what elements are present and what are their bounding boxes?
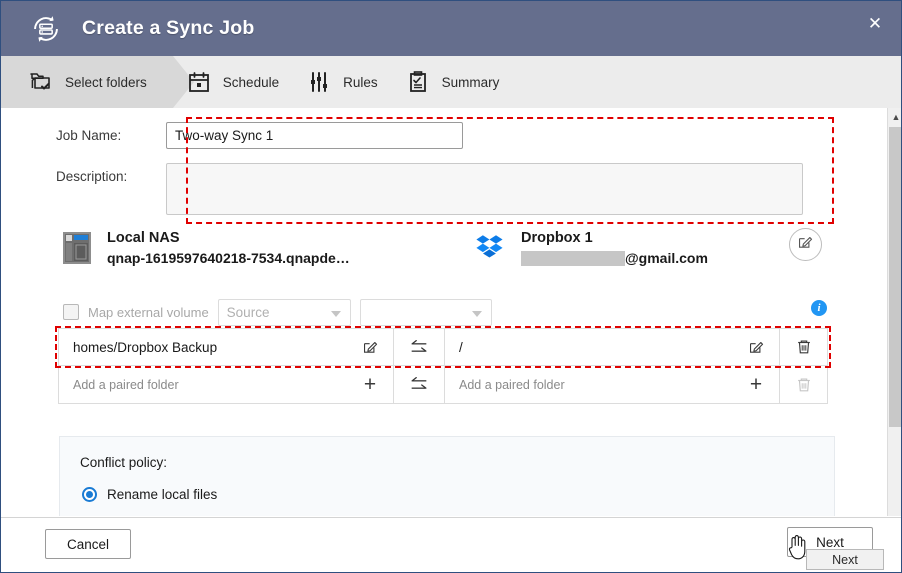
- clipboard-check-icon: [406, 70, 430, 94]
- endpoint-dropbox-account: @gmail.com: [521, 248, 708, 268]
- conflict-policy-option-label: Rename local files: [107, 487, 217, 502]
- dialog-footer: Cancel Next: [1, 517, 901, 572]
- radio-selected-icon: [82, 487, 97, 502]
- description-textarea[interactable]: [166, 163, 803, 215]
- endpoint-local-name: Local NAS: [107, 228, 350, 248]
- endpoint-dropbox: Dropbox 1 @gmail.com: [475, 228, 708, 268]
- dialog-title: Create a Sync Job: [82, 17, 254, 40]
- scroll-down-icon[interactable]: [888, 499, 902, 516]
- add-local-paired-folder-label[interactable]: Add a paired folder: [59, 366, 347, 403]
- chevron-down-icon: [331, 311, 341, 317]
- step-select-folders[interactable]: Select folders: [1, 56, 173, 108]
- content-scrollbar[interactable]: ▲: [887, 108, 902, 516]
- endpoint-dropbox-name: Dropbox 1: [521, 228, 708, 248]
- edit-endpoints-button[interactable]: [789, 228, 822, 261]
- table-row: homes/Dropbox Backup /: [58, 328, 828, 366]
- conflict-policy-title: Conflict policy:: [80, 455, 167, 470]
- sync-job-icon: [27, 10, 65, 48]
- wizard-step-bar: Select folders Schedule: [1, 56, 901, 108]
- source-select[interactable]: Source: [218, 299, 351, 326]
- step-label: Summary: [442, 75, 500, 90]
- step-label: Rules: [343, 75, 378, 90]
- endpoint-local-text: Local NAS qnap-1619597640218-7534.qnapde…: [107, 228, 350, 268]
- delete-pair-button[interactable]: [779, 329, 827, 365]
- local-folder-path[interactable]: homes/Dropbox Backup: [59, 329, 347, 365]
- pencil-square-icon: [797, 234, 814, 256]
- folder-check-icon: [29, 70, 53, 94]
- dialog-content: Job Name: Description:: [1, 108, 887, 516]
- job-name-label: Job Name:: [56, 128, 166, 143]
- add-remote-paired-folder-button[interactable]: +: [733, 366, 779, 403]
- map-external-volume-row: Map external volume Source: [63, 298, 492, 326]
- step-summary[interactable]: Summary: [392, 56, 514, 108]
- endpoints-row: Local NAS qnap-1619597640218-7534.qnapde…: [1, 228, 887, 280]
- info-icon[interactable]: i: [811, 300, 827, 316]
- add-local-paired-folder-button[interactable]: +: [347, 366, 393, 403]
- cancel-button[interactable]: Cancel: [45, 529, 131, 559]
- calendar-icon: [187, 70, 211, 94]
- conflict-policy-option-rename-local[interactable]: Rename local files: [82, 487, 217, 502]
- account-domain: @gmail.com: [625, 248, 708, 268]
- two-way-sync-arrows-icon[interactable]: [393, 366, 445, 403]
- edit-local-folder-button[interactable]: [347, 329, 393, 365]
- next-button-tooltip: Next: [806, 549, 884, 570]
- description-label: Description:: [56, 163, 166, 184]
- delete-pair-button-disabled: [779, 366, 827, 403]
- two-way-sync-arrows-icon[interactable]: [393, 329, 445, 365]
- remote-folder-path[interactable]: /: [445, 329, 733, 365]
- job-name-row: Job Name:: [56, 122, 463, 149]
- close-icon[interactable]: ✕: [859, 8, 891, 40]
- scroll-up-icon[interactable]: ▲: [888, 108, 902, 125]
- folder-pair-table: homes/Dropbox Backup /: [58, 328, 828, 404]
- conflict-policy-panel: Conflict policy: Rename local files: [59, 436, 835, 516]
- step-label: Schedule: [223, 75, 279, 90]
- endpoint-local-nas: Local NAS qnap-1619597640218-7534.qnapde…: [61, 228, 350, 268]
- plus-icon: +: [750, 374, 762, 395]
- description-row: Description:: [56, 163, 803, 215]
- plus-icon: +: [364, 374, 376, 395]
- endpoint-dropbox-text: Dropbox 1 @gmail.com: [521, 228, 708, 268]
- step-rules[interactable]: Rules: [293, 56, 392, 108]
- dropbox-icon: [475, 231, 507, 265]
- edit-remote-folder-button[interactable]: [733, 329, 779, 365]
- map-external-volume-checkbox[interactable]: [63, 304, 79, 320]
- create-sync-job-dialog: Create a Sync Job ✕ Select folders: [0, 0, 902, 573]
- step-schedule[interactable]: Schedule: [173, 56, 293, 108]
- job-name-input[interactable]: [166, 122, 463, 149]
- chevron-down-icon: [472, 311, 482, 317]
- dialog-titlebar: Create a Sync Job ✕: [1, 1, 901, 56]
- map-external-volume-label: Map external volume: [88, 305, 209, 320]
- nas-device-icon: [61, 231, 93, 265]
- endpoint-local-detail: qnap-1619597640218-7534.qnapde…: [107, 248, 350, 268]
- source-select-value: Source: [227, 305, 270, 320]
- scrollbar-thumb[interactable]: [889, 127, 902, 427]
- step-label: Select folders: [65, 75, 147, 90]
- add-remote-paired-folder-label[interactable]: Add a paired folder: [445, 366, 733, 403]
- sliders-icon: [307, 70, 331, 94]
- table-row: Add a paired folder + Add a paired folde…: [58, 366, 828, 404]
- volume-select[interactable]: [360, 299, 492, 326]
- redacted-account-block: [521, 251, 625, 266]
